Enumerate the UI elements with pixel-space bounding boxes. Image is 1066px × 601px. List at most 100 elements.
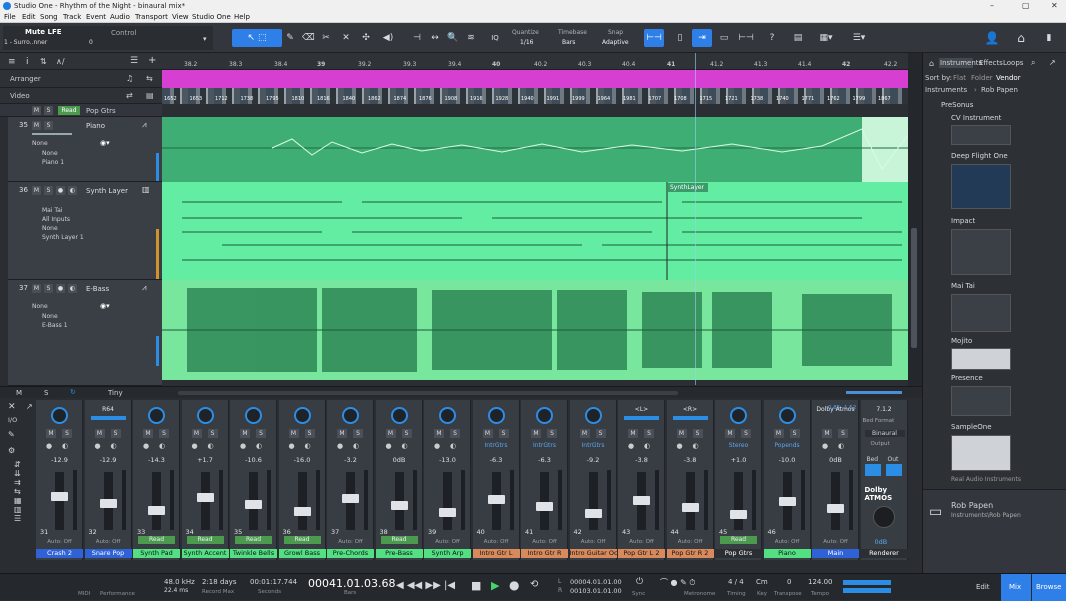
arrow-tool-button[interactable]: ↖ ⬚ [232, 29, 282, 47]
sort-folder[interactable]: Folder [971, 74, 993, 82]
autoscroll-button[interactable]: ▯ [672, 29, 688, 47]
monitor-icon[interactable]: ◐ [838, 442, 844, 450]
eraser-tool-button[interactable]: ⌫ [302, 29, 315, 47]
record-icon[interactable]: ● [434, 442, 440, 450]
list-icon[interactable]: ≡ [8, 57, 16, 67]
monitor-button[interactable]: ◐ [68, 186, 77, 195]
mute-button[interactable]: M [725, 429, 735, 438]
fader-cap[interactable] [196, 493, 214, 502]
browser-item-presonus[interactable]: PreSonus [941, 101, 973, 109]
fader-cap[interactable] [99, 499, 117, 508]
monitor-icon[interactable]: ◐ [208, 442, 214, 450]
menu-edit[interactable]: Edit [22, 13, 36, 21]
timebase-value[interactable]: Bars [562, 39, 575, 46]
channel-name-label[interactable]: Synth Arp [424, 549, 471, 558]
out-button[interactable] [885, 464, 902, 476]
send-select[interactable]: None [42, 313, 58, 320]
fader-track[interactable] [540, 472, 549, 530]
mute-button[interactable]: M [579, 429, 590, 438]
monitor-icon[interactable]: ◐ [450, 442, 456, 450]
browse-view-button[interactable]: Browse [1032, 574, 1066, 601]
pan-knob[interactable] [439, 407, 456, 424]
menu-transport[interactable]: Transport [135, 13, 168, 21]
track-header-piano[interactable]: 35 M S Piano ⩘ None ◉▾ None Piano 1 [8, 117, 162, 182]
mute-button[interactable]: M [240, 429, 250, 438]
automation-read-button[interactable]: Read [235, 536, 272, 544]
automation-mode[interactable]: Auto: Off [764, 539, 811, 545]
input-select[interactable]: All Inputs [42, 216, 70, 223]
mix-view-button[interactable]: Mix [1001, 574, 1031, 601]
channel-name-label[interactable]: Intro Gtr R [521, 549, 568, 558]
loop-end[interactable]: 00103.01.01.00 [570, 587, 622, 595]
channel-volume-db[interactable]: -10.6 [230, 456, 277, 464]
menu-studio-one[interactable]: Studio One [192, 13, 231, 21]
track-list-icon[interactable]: ☰ [130, 56, 138, 66]
record-icon[interactable]: ● [289, 442, 295, 450]
fader-cap[interactable] [51, 492, 68, 501]
edit-view-button[interactable]: Edit [976, 583, 990, 591]
metronome-icons[interactable]: ⌒ ● ✎ ⏱ [660, 577, 696, 588]
time-bars[interactable]: 00041.01.03.68 [308, 577, 395, 590]
menu-event[interactable]: Event [86, 13, 106, 21]
automation-mode[interactable]: Auto: Off [667, 539, 714, 545]
channel-volume-db[interactable]: -9.2 [570, 456, 617, 464]
solo-button[interactable]: S [547, 429, 557, 438]
solo-button[interactable]: S [44, 121, 53, 130]
stop-button[interactable]: ■ [471, 579, 481, 592]
fader-track[interactable] [734, 472, 743, 530]
record-icon[interactable]: ● [240, 442, 246, 450]
mute-button[interactable]: M [94, 429, 105, 438]
menu-song[interactable]: Song [40, 13, 58, 21]
envelope-icon[interactable]: ∧∕ [56, 57, 65, 66]
track-height-select[interactable]: Tiny [108, 389, 123, 397]
record-icon[interactable]: ● [95, 442, 101, 450]
output-select[interactable]: E-Bass 1 [42, 322, 68, 329]
mute-button[interactable]: M [531, 429, 541, 438]
channel-name-label[interactable]: Piano [763, 549, 811, 558]
monitor-toggle-icon[interactable]: ◉▾ [100, 139, 110, 147]
channel-volume-db[interactable]: -12.9 [85, 456, 132, 464]
fader-cap[interactable] [633, 496, 650, 505]
range-button[interactable]: ↔ [428, 29, 442, 47]
browser-item-deep-flight-one[interactable]: Deep Flight One [951, 152, 1008, 160]
channel-name-label[interactable]: Renderer [860, 549, 908, 558]
fader-track[interactable] [55, 472, 64, 530]
mixer-channel-strip[interactable]: M S ● ◐ +1.7 34 Read [181, 400, 229, 560]
mixer-channel-strip[interactable]: 7.1.2 Bed Format Binaural Output Bed Out Dolby… [860, 400, 908, 560]
rewind-buttons[interactable]: ◀ ◀◀ ▶▶ |◀ [396, 580, 455, 591]
solo-button[interactable]: S [44, 186, 53, 195]
solo-button[interactable]: S [62, 429, 72, 438]
monitor-icon[interactable]: ◐ [693, 442, 699, 450]
channel-name-label[interactable]: Synth Pad [133, 549, 180, 558]
fader-cap[interactable] [681, 503, 699, 512]
mute-button[interactable]: M [143, 429, 153, 438]
fader-cap[interactable] [827, 504, 844, 513]
playhead-cursor[interactable] [695, 53, 696, 385]
mute-button[interactable]: M [385, 429, 396, 438]
scrollbar-thumb[interactable] [911, 228, 917, 348]
fader-cap[interactable] [148, 506, 165, 515]
video-track-header[interactable]: Video ⇄ ▤ [0, 88, 162, 104]
record-button[interactable]: ● [509, 578, 519, 592]
iq-button[interactable]: IQ [488, 29, 502, 47]
send-select[interactable]: None [42, 150, 58, 157]
folder-solo-button[interactable]: S [44, 106, 53, 115]
record-arm-button[interactable]: ● [56, 284, 65, 293]
fader-cap[interactable] [390, 501, 408, 510]
menu-file[interactable]: File [4, 13, 16, 21]
output-select[interactable]: Synth Layer 1 [42, 234, 84, 241]
mute-button[interactable]: M [32, 186, 41, 195]
automation-mode[interactable]: Auto: Off [36, 539, 83, 545]
mixer-channel-strip[interactable]: M S ● ◐ -14.3 33 Read [133, 400, 180, 560]
mixer-channel-strip[interactable]: M S ● ◐ -10.6 35 Read [230, 400, 277, 560]
loop-start[interactable]: 00004.01.01.00 [570, 578, 622, 586]
monitor-icon[interactable]: ◐ [644, 442, 650, 450]
solo-button[interactable]: S [838, 429, 848, 438]
monitor-icon[interactable]: ◐ [62, 442, 68, 450]
automation-mode[interactable]: Auto: Off [473, 539, 520, 545]
fader-track[interactable] [588, 472, 598, 530]
arranger-lane[interactable] [162, 70, 908, 88]
mixer-sidebar-icons[interactable]: ⇵ ⇊ ⇉ ⇆ ▦ ▥ ☰ [14, 460, 22, 523]
browser-item-real-audio[interactable]: Real Audio Instruments [951, 476, 1021, 483]
track-name[interactable]: Piano [86, 122, 105, 130]
